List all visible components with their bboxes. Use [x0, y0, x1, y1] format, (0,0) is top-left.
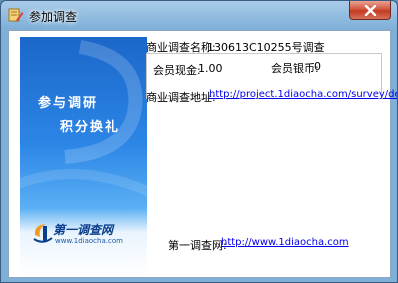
site-logo-icon [32, 221, 54, 248]
slogan-line-2: 积分换礼 [60, 120, 121, 135]
survey-dialog-window: 参加调查 参与调研 积分换礼 第一调查网 www.1diaocha.com 商业… [0, 0, 398, 283]
survey-app-icon [8, 7, 24, 23]
slogan-line-1: 参与调研 [38, 96, 99, 111]
member-cash-value: 1.00 [198, 62, 223, 75]
member-coins-label: 会员银币: [271, 62, 319, 75]
close-button[interactable] [349, 1, 391, 20]
survey-address-label: 商业调查地址: [146, 91, 216, 104]
window-title: 参加调查 [29, 10, 78, 24]
logo-text: 第一调查网 [53, 223, 114, 237]
title-bar[interactable]: 参加调查 [1, 1, 397, 29]
close-icon [364, 5, 377, 16]
survey-address-link[interactable]: http://project.1diaocha.com/survey/defau… [209, 89, 397, 100]
dialog-content: 参与调研 积分换礼 第一调查网 www.1diaocha.com 商业调查名称:… [8, 30, 397, 278]
member-coins-value: 0 [314, 60, 321, 73]
member-cash-label: 会员现金: [153, 64, 201, 77]
site-link[interactable]: http://www.1diaocha.com [221, 237, 349, 248]
site-label: 第一调查网: [168, 239, 227, 252]
logo-url: www.1diaocha.com [55, 237, 123, 245]
promo-banner: 参与调研 积分换礼 第一调查网 www.1diaocha.com [20, 37, 147, 275]
